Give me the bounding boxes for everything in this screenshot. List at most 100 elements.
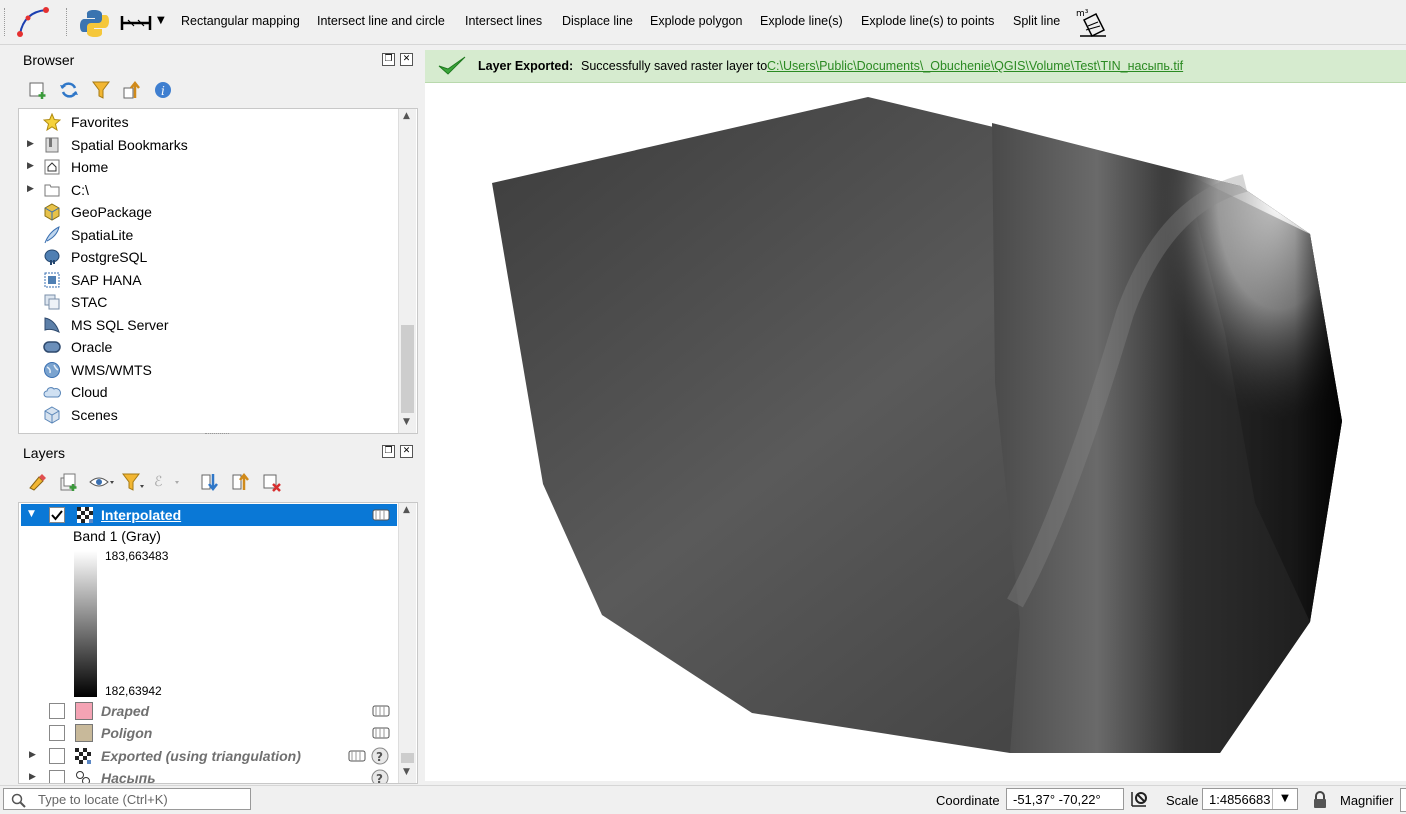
filter-icon[interactable] xyxy=(91,80,111,100)
volume-calculation-icon[interactable]: m³ xyxy=(1074,6,1110,40)
stac-icon xyxy=(44,294,60,310)
measure-dropdown-chevron-icon[interactable]: ▼ xyxy=(157,15,165,26)
filter-legend-icon[interactable] xyxy=(121,472,147,492)
collapse-all-icon[interactable] xyxy=(231,472,251,492)
layer-name: Draped xyxy=(101,703,150,719)
ramp-max-label: 183,663483 xyxy=(105,549,169,563)
ramp-min-label: 182,63942 xyxy=(105,684,162,698)
intersect-lines-button[interactable]: Intersect lines xyxy=(465,14,542,28)
toolbar-handle[interactable] xyxy=(4,8,7,36)
svg-text:?: ? xyxy=(376,750,383,764)
folder-icon xyxy=(44,184,60,197)
float-panel-icon[interactable]: ❐ xyxy=(382,53,395,66)
scroll-thumb[interactable] xyxy=(401,325,414,413)
manage-visibility-icon[interactable] xyxy=(89,472,115,492)
success-check-icon xyxy=(438,56,466,75)
expand-arrow-icon[interactable]: ▶ xyxy=(29,750,36,760)
lock-scale-icon[interactable] xyxy=(1311,790,1329,810)
layers-panel-title: Layers xyxy=(23,445,66,461)
browser-scrollbar[interactable]: ▲ ▼ xyxy=(398,109,416,433)
layer-row-interpolated[interactable]: ▼ Interpolated xyxy=(21,504,397,526)
tree-item-label: C:\ xyxy=(71,182,89,198)
layer-symbol-swatch xyxy=(75,724,93,742)
expand-all-icon[interactable] xyxy=(200,472,220,492)
plugin-toolbar: ▼ Rectangular mapping Intersect line and… xyxy=(0,0,1406,45)
add-group-icon[interactable] xyxy=(58,472,80,492)
tree-item-label: SpatiaLite xyxy=(71,227,134,243)
layers-scrollbar[interactable]: ▲ ▼ xyxy=(398,503,416,783)
arc-digitize-icon[interactable] xyxy=(16,6,50,38)
layer-styling-icon[interactable] xyxy=(27,472,49,492)
search-icon xyxy=(11,793,26,808)
expand-arrow-icon[interactable]: ▶ xyxy=(27,139,34,149)
svg-text:i: i xyxy=(161,84,165,98)
layer-row-poligon[interactable]: Poligon xyxy=(19,722,397,744)
map-canvas[interactable] xyxy=(425,83,1406,781)
measure-line-icon[interactable] xyxy=(120,14,152,32)
unknown-crs-icon: ? xyxy=(371,769,389,784)
expand-arrow-icon[interactable]: ▶ xyxy=(27,161,34,171)
close-panel-icon[interactable]: ✕ xyxy=(400,445,413,458)
collapse-arrow-icon[interactable]: ▼ xyxy=(28,509,35,519)
split-line-button[interactable]: Split line xyxy=(1013,14,1060,28)
message-title: Layer Exported: xyxy=(478,59,574,73)
magnifier-spinbox[interactable] xyxy=(1400,788,1406,812)
layer-visibility-checkbox[interactable] xyxy=(49,703,65,719)
expand-arrow-icon[interactable]: ▶ xyxy=(29,772,36,782)
embedded-layer-icon xyxy=(372,705,390,717)
close-panel-icon[interactable]: ✕ xyxy=(400,53,413,66)
tree-item-label: Spatial Bookmarks xyxy=(71,137,188,153)
scroll-track[interactable] xyxy=(401,753,414,763)
add-selected-layers-icon[interactable] xyxy=(28,80,48,100)
layer-row-draped[interactable]: Draped xyxy=(19,700,397,722)
layer-visibility-checkbox[interactable] xyxy=(49,725,65,741)
scale-dropdown-chevron-icon[interactable]: ▼ xyxy=(1272,789,1297,809)
raster-layer-icon xyxy=(75,748,91,764)
magnifier-label: Magnifier xyxy=(1340,793,1394,808)
explode-lines-to-points-button[interactable]: Explode line(s) to points xyxy=(861,14,994,28)
coordinate-field[interactable]: -51,37° -70,22° xyxy=(1006,788,1124,810)
layer-row-nasyp[interactable]: ▶ Насыпь ? xyxy=(19,767,397,784)
explode-lines-button[interactable]: Explode line(s) xyxy=(760,14,843,28)
scroll-thumb[interactable] xyxy=(401,521,414,753)
locator-search-input[interactable]: Type to locate (Ctrl+K) xyxy=(3,788,251,810)
cube-icon xyxy=(44,406,60,424)
dock-splitter[interactable] xyxy=(418,50,421,780)
refresh-icon[interactable] xyxy=(59,80,79,100)
float-panel-icon[interactable]: ❐ xyxy=(382,445,395,458)
scroll-up-arrow-icon[interactable]: ▲ xyxy=(403,505,410,515)
displace-line-button[interactable]: Displace line xyxy=(562,14,633,28)
message-file-link[interactable]: C:\Users\Public\Documents\_Obuchenie\QGI… xyxy=(767,59,1183,73)
layer-visibility-checkbox[interactable] xyxy=(49,507,65,523)
message-text: Successfully saved raster layer to xyxy=(581,59,768,73)
layer-row-exported[interactable]: ▶ Exported (using triangulation) ? xyxy=(19,745,397,767)
cloud-icon xyxy=(43,387,61,398)
collapse-all-icon[interactable] xyxy=(122,80,142,100)
tree-item-label: Favorites xyxy=(71,114,129,130)
layer-visibility-checkbox[interactable] xyxy=(49,748,65,764)
explode-polygon-button[interactable]: Explode polygon xyxy=(650,14,742,28)
layer-name: Exported (using triangulation) xyxy=(101,748,301,764)
tree-item-label: SAP HANA xyxy=(71,272,142,288)
toggle-extents-mouse-icon[interactable] xyxy=(1129,789,1151,811)
unknown-crs-icon: ? xyxy=(371,747,389,765)
layer-visibility-checkbox[interactable] xyxy=(49,770,65,783)
rectangular-mapping-button[interactable]: Rectangular mapping xyxy=(181,14,300,28)
embedded-layer-icon xyxy=(372,727,390,739)
tree-item-label: MS SQL Server xyxy=(71,317,169,333)
panel-splitter[interactable] xyxy=(205,433,229,437)
intersect-line-circle-button[interactable]: Intersect line and circle xyxy=(317,14,445,28)
svg-text:?: ? xyxy=(376,772,383,784)
scroll-down-arrow-icon[interactable]: ▼ xyxy=(403,767,410,777)
tree-item-label: Cloud xyxy=(71,384,108,400)
mssql-icon xyxy=(44,317,60,333)
info-icon[interactable]: i xyxy=(153,80,173,100)
python-console-icon[interactable] xyxy=(80,8,110,38)
remove-layer-icon[interactable] xyxy=(262,472,282,492)
band-label: Band 1 (Gray) xyxy=(73,528,161,544)
scroll-up-arrow-icon[interactable]: ▲ xyxy=(403,111,410,121)
message-bar: Layer Exported: Successfully saved raste… xyxy=(425,50,1406,83)
checkmark-icon xyxy=(51,510,63,521)
expand-arrow-icon[interactable]: ▶ xyxy=(27,184,34,194)
scroll-down-arrow-icon[interactable]: ▼ xyxy=(403,417,410,427)
